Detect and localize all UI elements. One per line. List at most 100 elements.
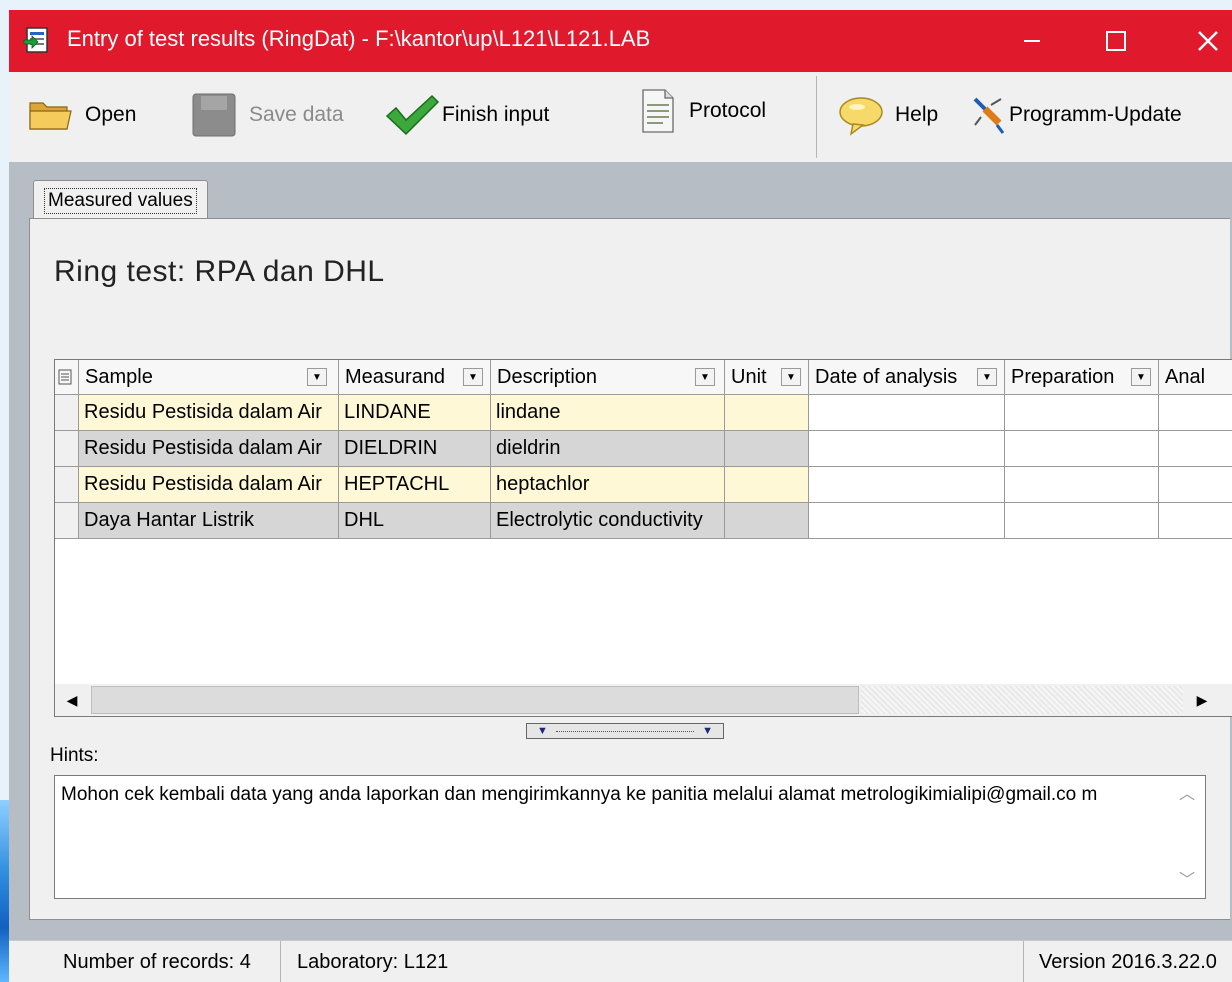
cell-analysis[interactable]	[1159, 467, 1232, 503]
row-indicator[interactable]	[55, 395, 79, 431]
chevron-down-icon[interactable]: ▼	[307, 368, 327, 386]
table-row[interactable]: Daya Hantar Listrik DHL Electrolytic con…	[55, 503, 1232, 539]
cell-description[interactable]: lindane	[491, 395, 725, 431]
header-date-of-analysis[interactable]: Date of analysis ▼	[809, 360, 1005, 394]
finish-input-button[interactable]: Finish input	[384, 90, 549, 140]
measured-values-panel: Ring test: RPA dan DHL Sample ▼ Measuran…	[29, 218, 1232, 920]
row-indicator[interactable]	[55, 503, 79, 539]
cell-date-of-analysis[interactable]	[809, 503, 1005, 539]
results-grid[interactable]: Sample ▼ Measurand ▼ Description ▼ Unit …	[54, 359, 1232, 717]
window-title: Entry of test results (RingDat) - F:\kan…	[67, 26, 651, 51]
help-label: Help	[895, 103, 939, 126]
status-records: Number of records: 4	[63, 950, 251, 973]
chevron-down-icon[interactable]: ▼	[463, 368, 483, 386]
chevron-down-icon[interactable]: ▼	[695, 368, 715, 386]
close-button[interactable]	[1185, 18, 1231, 64]
table-row[interactable]: Residu Pestisida dalam Air DIELDRIN diel…	[55, 431, 1232, 467]
cell-preparation[interactable]	[1005, 503, 1159, 539]
maximize-button[interactable]	[1093, 18, 1139, 64]
cell-description[interactable]: heptachlor	[491, 467, 725, 503]
content-area: Measured values Ring test: RPA dan DHL S…	[9, 162, 1232, 940]
app-icon	[23, 27, 48, 53]
scrollbar-thumb[interactable]	[91, 686, 859, 714]
cell-preparation[interactable]	[1005, 431, 1159, 467]
checkmark-icon	[385, 94, 440, 136]
protocol-button[interactable]: Protocol	[641, 86, 766, 136]
header-analysis-label: Anal	[1165, 365, 1206, 388]
cell-measurand[interactable]: DIELDRIN	[339, 431, 491, 467]
cell-analysis[interactable]	[1159, 395, 1232, 431]
splitter-handle[interactable]: ▼ ▼	[526, 723, 724, 739]
cell-analysis[interactable]	[1159, 431, 1232, 467]
tab-measured-values[interactable]: Measured values	[33, 180, 208, 221]
chevron-down-icon[interactable]: ▼	[781, 368, 801, 386]
chevron-down-icon[interactable]: ▼	[1131, 368, 1151, 386]
cell-unit[interactable]	[725, 503, 809, 539]
help-button[interactable]: Help	[837, 90, 938, 140]
header-description[interactable]: Description ▼	[491, 360, 725, 394]
status-bar: Number of records: 4 Laboratory: L121 Ve…	[9, 940, 1232, 982]
cell-date-of-analysis[interactable]	[809, 395, 1005, 431]
cell-sample[interactable]: Residu Pestisida dalam Air	[79, 467, 339, 503]
protocol-label: Protocol	[689, 99, 767, 122]
scroll-left-arrow-icon[interactable]: ◀	[55, 686, 89, 714]
cell-sample[interactable]: Residu Pestisida dalam Air	[79, 395, 339, 431]
status-version: Version 2016.3.22.0	[1039, 950, 1217, 973]
toolbar-separator	[816, 76, 817, 158]
scroll-down-arrow-icon[interactable]: ﹀	[1179, 868, 1195, 894]
plug-update-icon	[973, 97, 1005, 134]
open-label: Open	[85, 103, 137, 126]
cell-sample[interactable]: Daya Hantar Listrik	[79, 503, 339, 539]
chevron-down-icon[interactable]: ▼	[977, 368, 997, 386]
save-data-label: Save data	[249, 103, 344, 126]
cell-description[interactable]: Electrolytic conductivity	[491, 503, 725, 539]
cell-unit[interactable]	[725, 395, 809, 431]
cell-measurand[interactable]: LINDANE	[339, 395, 491, 431]
cell-date-of-analysis[interactable]	[809, 431, 1005, 467]
scroll-right-arrow-icon[interactable]: ▶	[1185, 686, 1219, 714]
row-indicator[interactable]	[55, 431, 79, 467]
cell-measurand[interactable]: HEPTACHL	[339, 467, 491, 503]
table-row[interactable]: Residu Pestisida dalam Air HEPTACHL hept…	[55, 467, 1232, 503]
cell-unit[interactable]	[725, 431, 809, 467]
hints-textarea[interactable]: Mohon cek kembali data yang anda laporka…	[54, 775, 1206, 899]
chevron-down-icon: ▼	[537, 725, 548, 737]
cell-description[interactable]: dieldrin	[491, 431, 725, 467]
open-button[interactable]: Open	[27, 90, 136, 140]
tab-label: Measured values	[44, 188, 197, 214]
minimize-button[interactable]	[1009, 18, 1055, 64]
status-separator	[280, 941, 281, 982]
header-unit[interactable]: Unit ▼	[725, 360, 809, 394]
status-separator	[1023, 941, 1024, 982]
header-analysis[interactable]: Anal	[1159, 360, 1232, 394]
programm-update-button[interactable]: Programm-Update	[971, 90, 1182, 140]
splitter-dots	[555, 730, 695, 732]
cell-analysis[interactable]	[1159, 503, 1232, 539]
header-description-label: Description	[497, 365, 598, 388]
scroll-up-arrow-icon[interactable]: ︿	[1179, 782, 1195, 808]
header-measurand[interactable]: Measurand ▼	[339, 360, 491, 394]
title-bar[interactable]: Entry of test results (RingDat) - F:\kan…	[9, 10, 1232, 72]
header-date-label: Date of analysis	[815, 365, 958, 388]
hints-label: Hints:	[50, 745, 99, 766]
save-data-button[interactable]: Save data	[191, 90, 344, 140]
grid-header: Sample ▼ Measurand ▼ Description ▼ Unit …	[55, 360, 1232, 395]
cell-preparation[interactable]	[1005, 467, 1159, 503]
ring-test-title: Ring test: RPA dan DHL	[54, 255, 385, 288]
cell-preparation[interactable]	[1005, 395, 1159, 431]
table-row[interactable]: Residu Pestisida dalam Air LINDANE linda…	[55, 395, 1232, 431]
header-sample[interactable]: Sample ▼	[79, 360, 339, 394]
document-icon	[642, 89, 674, 133]
cell-sample[interactable]: Residu Pestisida dalam Air	[79, 431, 339, 467]
row-indicator[interactable]	[55, 467, 79, 503]
cell-date-of-analysis[interactable]	[809, 467, 1005, 503]
main-window: Entry of test results (RingDat) - F:\kan…	[9, 10, 1232, 982]
scrollbar-track[interactable]	[861, 686, 1183, 714]
cell-unit[interactable]	[725, 467, 809, 503]
header-preparation[interactable]: Preparation ▼	[1005, 360, 1159, 394]
horizontal-scrollbar[interactable]: ◀ ▶	[55, 684, 1232, 716]
header-measurand-label: Measurand	[345, 365, 446, 388]
cell-measurand[interactable]: DHL	[339, 503, 491, 539]
row-selector-header[interactable]	[55, 360, 79, 394]
finish-input-label: Finish input	[442, 103, 550, 126]
